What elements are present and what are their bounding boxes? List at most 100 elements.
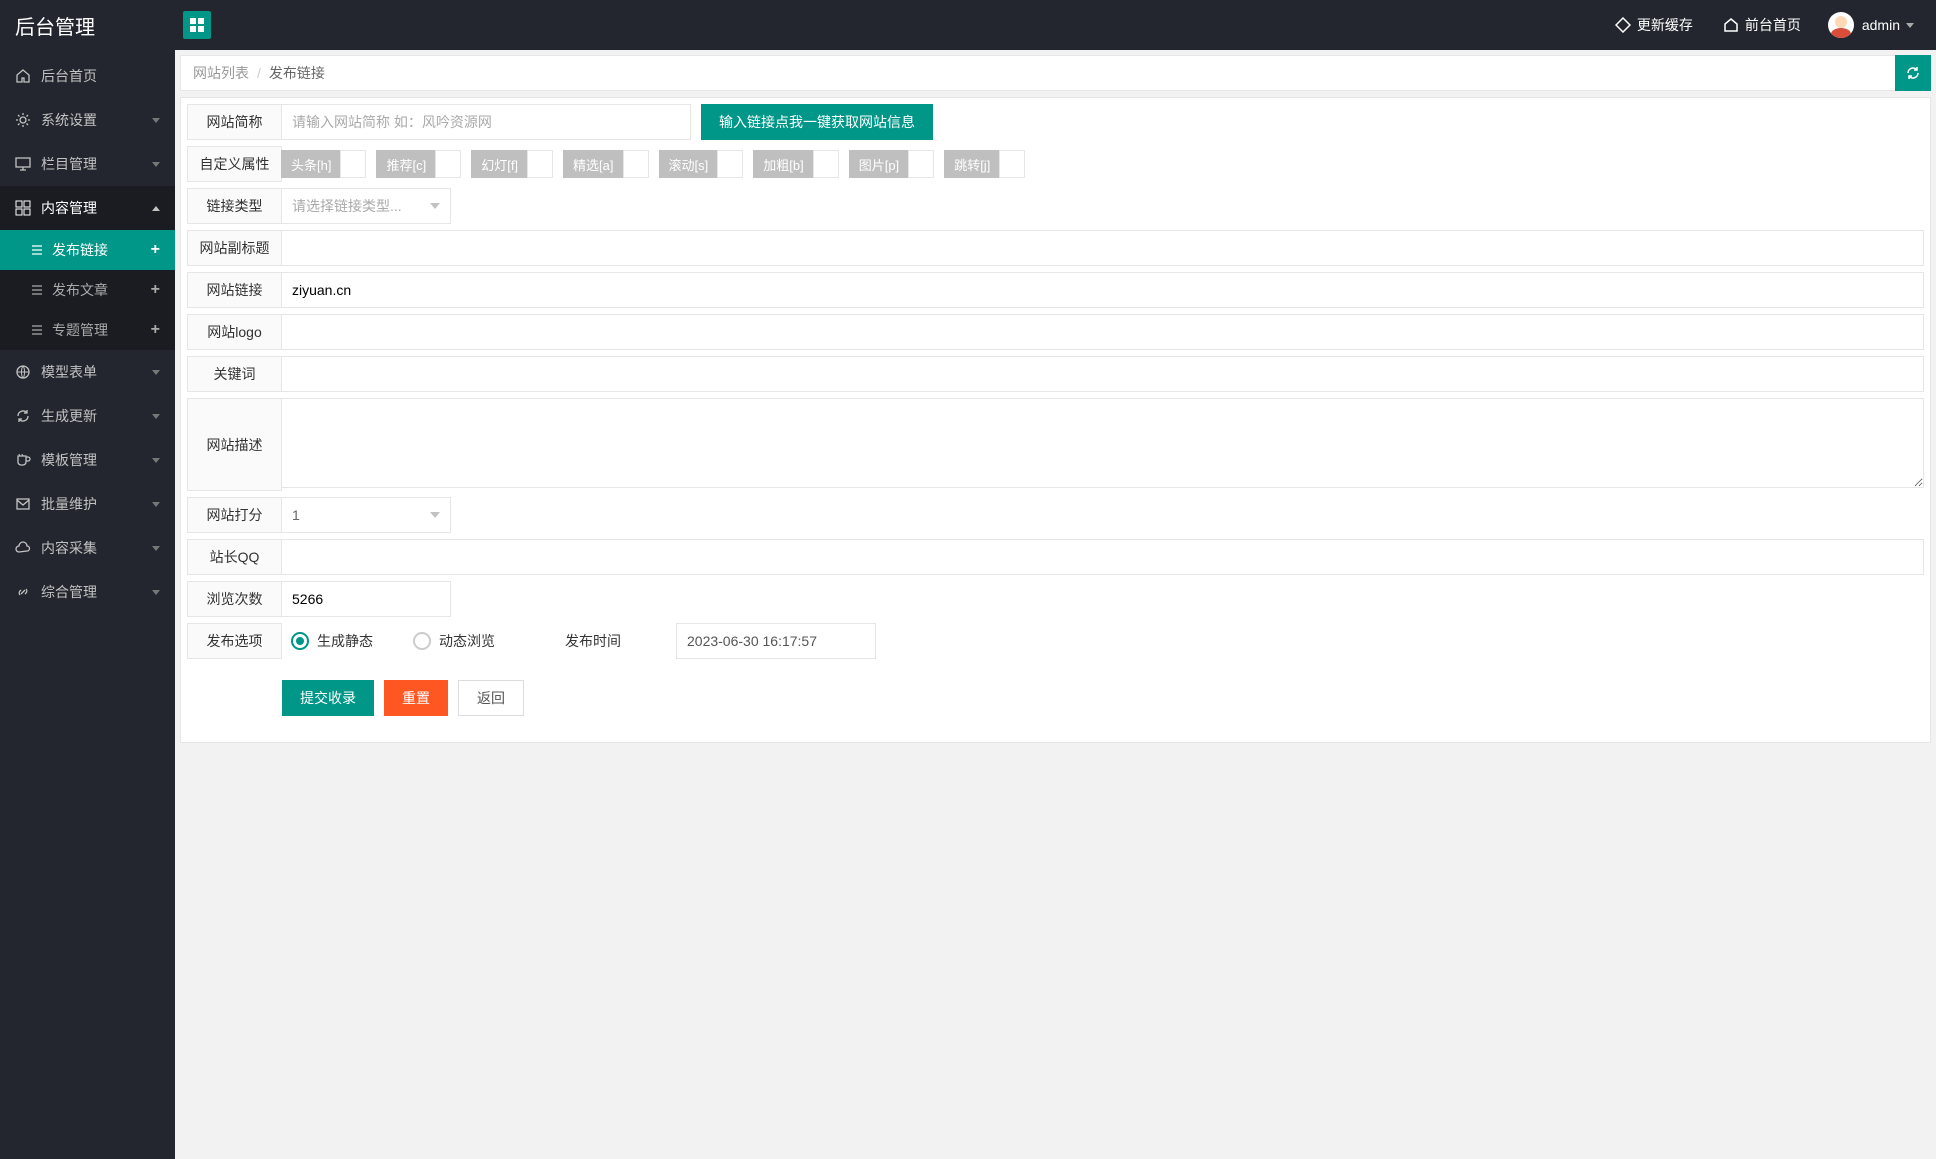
collapse-sidebar-button[interactable] [183,11,211,39]
select-value: 1 [292,507,300,523]
user-menu[interactable]: admin [1816,0,1926,50]
tag-checkbox[interactable] [717,150,743,178]
back-button[interactable]: 返回 [458,680,524,716]
tag-recommend: 推荐[c] [376,150,461,178]
row-views: 浏览次数 [187,581,1924,617]
row-keywords: 关键词 [187,356,1924,392]
tag-label: 精选[a] [563,150,623,178]
row-rating: 网站打分 1 [187,497,1924,533]
rating-select[interactable]: 1 [281,497,451,533]
tag-checkbox[interactable] [908,150,934,178]
tag-checkbox[interactable] [999,150,1025,178]
radio-dynamic[interactable]: 动态浏览 [413,631,495,651]
row-subtitle: 网站副标题 [187,230,1924,266]
submenu-content: 发布链接 + 发布文章 + 专题管理 + [0,230,175,350]
sidebar-item-content[interactable]: 内容管理 [0,186,175,230]
caret-down-icon [430,203,440,209]
sidebar-item-label: 模板管理 [41,450,97,470]
topbar: 后台管理 更新缓存 前台首页 admin [0,0,1936,50]
form-actions: 提交收录 重置 返回 [187,665,1924,736]
submenu-item-publish-article[interactable]: 发布文章 + [0,270,175,310]
tag-checkbox[interactable] [623,150,649,178]
sidebar-item-system[interactable]: 系统设置 [0,98,175,142]
label-publish: 发布选项 [187,623,282,659]
chevron-down-icon [152,162,160,167]
sidebar-item-label: 系统设置 [41,110,97,130]
refresh-cache-link[interactable]: 更新缓存 [1600,0,1708,50]
row-link-type: 链接类型 请选择链接类型... [187,188,1924,224]
avatar [1828,12,1854,38]
sidebar-item-column[interactable]: 栏目管理 [0,142,175,186]
link-type-select[interactable]: 请选择链接类型... [281,188,451,224]
tag-checkbox[interactable] [435,150,461,178]
fetch-site-info-button[interactable]: 输入链接点我一键获取网站信息 [701,104,933,140]
submenu-item-topic[interactable]: 专题管理 + [0,310,175,350]
views-input[interactable] [281,581,451,617]
sidebar-item-template[interactable]: 模板管理 [0,438,175,482]
breadcrumb: 网站列表 / 发布链接 [180,55,1931,91]
sidebar-item-generate[interactable]: 生成更新 [0,394,175,438]
caret-down-icon [1906,23,1914,28]
radio-icon [291,632,309,650]
sidebar-item-label: 栏目管理 [41,154,97,174]
label-custom-attr: 自定义属性 [187,146,282,182]
frontend-home-link[interactable]: 前台首页 [1708,0,1816,50]
tag-label: 滚动[s] [659,150,719,178]
grid-icon [15,200,31,216]
tag-label: 图片[p] [849,150,909,178]
form: 网站简称 输入链接点我一键获取网站信息 自定义属性 头条[h] 推荐[c] 幻灯… [180,97,1931,743]
label-webmaster-qq: 站长QQ [187,539,282,575]
cup-icon [15,452,31,468]
breadcrumb-separator: / [257,65,261,81]
reset-button[interactable]: 重置 [384,680,448,716]
refresh-button[interactable] [1895,55,1931,91]
submenu-item-label: 发布文章 [52,280,108,300]
tag-scroll: 滚动[s] [659,150,744,178]
chevron-down-icon [152,590,160,595]
tag-label: 加粗[b] [753,150,813,178]
submenu-item-label: 专题管理 [52,320,108,340]
row-site-link: 网站链接 [187,272,1924,308]
sidebar-item-general[interactable]: 综合管理 [0,570,175,614]
sidebar-item-model[interactable]: 模型表单 [0,350,175,394]
tag-jump: 跳转[j] [944,150,1025,178]
publish-time-input[interactable]: 2023-06-30 16:17:57 [676,623,876,659]
label-link-type: 链接类型 [187,188,282,224]
label-rating: 网站打分 [187,497,282,533]
grid-icon [189,17,205,33]
sidebar-item-label: 模型表单 [41,362,97,382]
sidebar-item-home[interactable]: 后台首页 [0,54,175,98]
site-logo-input[interactable] [281,314,1924,350]
tag-checkbox[interactable] [527,150,553,178]
diamond-icon [1615,17,1631,33]
breadcrumb-current: 发布链接 [269,63,325,83]
submenu-item-publish-link[interactable]: 发布链接 + [0,230,175,270]
site-name-input[interactable] [281,104,691,140]
webmaster-qq-input[interactable] [281,539,1924,575]
label-subtitle: 网站副标题 [187,230,282,266]
tag-checkbox[interactable] [813,150,839,178]
submit-button[interactable]: 提交收录 [282,680,374,716]
sidebar-item-label: 综合管理 [41,582,97,602]
sidebar-item-batch[interactable]: 批量维护 [0,482,175,526]
row-webmaster-qq: 站长QQ [187,539,1924,575]
list-icon [30,323,44,337]
mail-icon [15,496,31,512]
refresh-cache-label: 更新缓存 [1637,15,1693,35]
plus-icon: + [151,281,160,299]
tag-checkbox[interactable] [340,150,366,178]
label-views: 浏览次数 [187,581,282,617]
sidebar-item-label: 生成更新 [41,406,97,426]
description-textarea[interactable] [281,398,1924,488]
breadcrumb-parent[interactable]: 网站列表 [193,63,249,83]
row-site-logo: 网站logo [187,314,1924,350]
chevron-up-icon [152,206,160,211]
subtitle-input[interactable] [281,230,1924,266]
tag-slide: 幻灯[f] [471,150,553,178]
sidebar-item-collect[interactable]: 内容采集 [0,526,175,570]
site-link-input[interactable] [281,272,1924,308]
radio-static[interactable]: 生成静态 [291,631,373,651]
globe-icon [15,364,31,380]
tag-label: 头条[h] [281,150,341,178]
keywords-input[interactable] [281,356,1924,392]
